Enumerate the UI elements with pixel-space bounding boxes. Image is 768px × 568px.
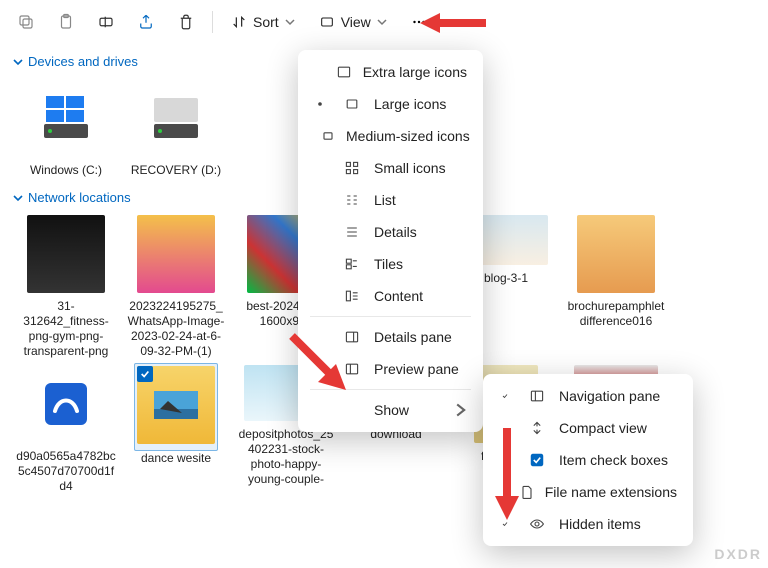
sort-icon	[231, 14, 247, 30]
drive-icon	[148, 90, 204, 146]
file-label: depositphotos_25402231-stock-photo-happy…	[236, 427, 336, 489]
drive-item[interactable]: RECOVERY (D:)	[126, 77, 226, 178]
chevron-down-icon	[12, 192, 24, 204]
toolbar: Sort View	[0, 0, 768, 44]
section-title: Devices and drives	[28, 54, 138, 69]
check-icon	[495, 393, 515, 399]
windows-drive-icon	[38, 90, 94, 146]
file-label: d90a0565a4782bc5c4507d70700d1fd4	[16, 449, 116, 494]
menu-item-xlarge[interactable]: Extra large icons	[302, 56, 479, 88]
watermark: DXDR	[714, 546, 762, 562]
arrow-annotation	[418, 11, 488, 37]
menu-item-list[interactable]: List	[302, 184, 479, 216]
file-label: 31-312642_fitness-png-gym-png-transparen…	[16, 299, 116, 359]
photo-thumb-icon	[154, 391, 198, 419]
delete-button[interactable]	[168, 4, 204, 40]
section-title: Network locations	[28, 190, 131, 205]
file-label: brochurepamphletdifference016	[566, 299, 666, 329]
menu-item-details[interactable]: Details	[302, 216, 479, 248]
view-button[interactable]: View	[309, 4, 397, 40]
file-label: dance wesite	[141, 451, 211, 466]
file-item[interactable]: d90a0565a4782bc5c4507d70700d1fd4	[16, 363, 116, 494]
drive-label: Windows (C:)	[30, 163, 102, 178]
drive-item[interactable]: Windows (C:)	[16, 77, 116, 178]
sort-label: Sort	[253, 14, 279, 30]
share-button[interactable]	[128, 4, 164, 40]
view-label: View	[341, 14, 371, 30]
menu-item-show[interactable]: Show	[302, 394, 479, 426]
file-item[interactable]: brochurepamphletdifference016	[566, 213, 666, 359]
menu-separator	[310, 316, 471, 317]
arrow-annotation	[492, 424, 522, 524]
toolbar-divider	[212, 11, 213, 33]
app-icon	[45, 383, 87, 425]
selection-check-icon	[137, 366, 153, 382]
drive-label: RECOVERY (D:)	[131, 163, 221, 178]
menu-item-nav-pane[interactable]: Navigation pane	[487, 380, 689, 412]
copy-button[interactable]	[8, 4, 44, 40]
file-item[interactable]: dance wesite	[126, 363, 226, 494]
arrow-annotation	[284, 328, 354, 398]
file-item[interactable]: 31-312642_fitness-png-gym-png-transparen…	[16, 213, 116, 359]
menu-item-medium[interactable]: Medium-sized icons	[302, 120, 479, 152]
rename-button[interactable]	[88, 4, 124, 40]
menu-item-content[interactable]: Content	[302, 280, 479, 312]
menu-item-small[interactable]: Small icons	[302, 152, 479, 184]
sort-button[interactable]: Sort	[221, 4, 305, 40]
view-icon	[319, 14, 335, 30]
chevron-down-icon	[285, 17, 295, 27]
file-label: blog-3-1	[484, 271, 528, 286]
file-label: 2023224195275_WhatsApp-Image-2023-02-24-…	[126, 299, 226, 359]
chevron-down-icon	[377, 17, 387, 27]
chevron-right-icon	[453, 403, 467, 417]
file-item[interactable]: 2023224195275_WhatsApp-Image-2023-02-24-…	[126, 213, 226, 359]
menu-item-large[interactable]: Large icons	[302, 88, 479, 120]
chevron-down-icon	[12, 56, 24, 68]
paste-button[interactable]	[48, 4, 84, 40]
menu-item-tiles[interactable]: Tiles	[302, 248, 479, 280]
